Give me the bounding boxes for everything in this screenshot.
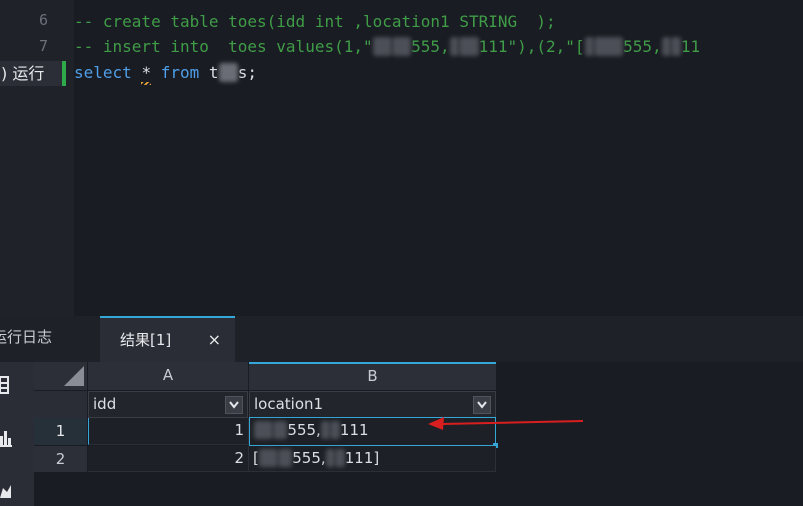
cell-idd-value: 2 xyxy=(234,449,244,467)
current-line-indicator xyxy=(62,61,66,86)
redacted-text: 11 xyxy=(372,37,392,56)
redacted-text xyxy=(594,37,624,56)
tab-result[interactable]: 结果[1] × xyxy=(100,316,235,362)
run-button-label: 运行 xyxy=(12,64,45,83)
code-text: 555, xyxy=(411,37,450,56)
line-number-gutter: 6 7 ) 运行 xyxy=(0,0,74,316)
keyword-from: from xyxy=(160,63,200,82)
cell-location1[interactable]: [11 555,1 111] xyxy=(249,446,496,472)
filter-row-label xyxy=(34,391,87,418)
grid-corner[interactable] xyxy=(34,362,87,390)
tab-result-label: 结果[1] xyxy=(120,331,172,349)
keyword-select: select xyxy=(74,63,132,82)
cell-text: 111] xyxy=(344,449,380,467)
redacted-text: 11 xyxy=(258,449,278,467)
redacted-text xyxy=(671,37,681,56)
redacted-text xyxy=(459,37,479,56)
tab-run-log[interactable]: 运行日志 xyxy=(0,316,100,362)
select-all-icon xyxy=(64,366,84,386)
filter-idd[interactable]: idd xyxy=(88,391,248,418)
code-text: -- insert into toes values(1," xyxy=(74,37,373,56)
cell-idd[interactable]: 1 xyxy=(88,418,249,445)
chevron-down-icon[interactable] xyxy=(225,396,243,414)
redacted-text: 11 xyxy=(254,421,274,439)
sql-editor[interactable]: -- create table toes(idd int ,location1 … xyxy=(74,0,803,316)
filter-location1-label: location1 xyxy=(254,395,324,413)
code-line-7: -- insert into toes values(1,"11 555,1 1… xyxy=(74,37,700,57)
redacted-text xyxy=(391,37,412,56)
result-view-toolbar xyxy=(0,362,34,506)
line-number: 6 xyxy=(38,11,48,29)
code-text: 11 xyxy=(680,37,701,56)
select-asterisk: * xyxy=(141,63,152,82)
bar-chart-icon[interactable] xyxy=(0,428,14,448)
code-text: 555, xyxy=(623,37,662,56)
close-icon[interactable]: × xyxy=(208,330,221,349)
cell-text: 555, xyxy=(287,421,321,439)
column-header-a[interactable]: A xyxy=(88,362,248,390)
redacted-text: 1 xyxy=(325,449,336,467)
redacted-text: 1 xyxy=(320,421,331,439)
tab-run-log-label: 运行日志 xyxy=(0,328,53,346)
result-grid: A B idd location1 1 1 11 555,1 111 2 2 [… xyxy=(34,362,803,506)
row-number[interactable]: 1 xyxy=(34,418,87,445)
cell-idd[interactable]: 2 xyxy=(88,446,249,472)
cell-text: [ xyxy=(253,449,259,467)
code-text: 111"),(2,"[ xyxy=(478,37,585,56)
result-tab-bar: 运行日志 结果[1] × xyxy=(0,316,803,362)
column-header-b[interactable]: B xyxy=(249,362,496,390)
table-name-end: s; xyxy=(237,63,258,82)
code-line-6: -- create table toes(idd int ,location1 … xyxy=(74,12,556,31)
code-line-8: select * from toes; xyxy=(74,63,257,83)
run-button-paren: ) xyxy=(1,64,8,83)
redacted-text: oe xyxy=(218,63,238,82)
table-name-start: t xyxy=(208,63,219,82)
redacted-text: 1 xyxy=(584,37,595,56)
run-button[interactable]: ) 运行 xyxy=(0,61,62,86)
filter-idd-label: idd xyxy=(93,395,117,413)
area-chart-icon[interactable] xyxy=(0,480,14,500)
cell-text: 555, xyxy=(292,449,326,467)
cell-text: 111 xyxy=(339,421,369,439)
cell-location1-value: 11 555,1 111 xyxy=(254,421,369,439)
redacted-text: 1 xyxy=(449,37,460,56)
cell-idd-value: 1 xyxy=(234,421,244,439)
annotation-arrow-icon xyxy=(428,417,584,430)
line-number: 7 xyxy=(38,37,48,55)
cell-location1-value: [11 555,1 111] xyxy=(253,449,379,467)
redacted-text: 1 xyxy=(661,37,672,56)
table-view-icon[interactable] xyxy=(0,374,14,396)
row-number[interactable]: 2 xyxy=(34,446,87,472)
